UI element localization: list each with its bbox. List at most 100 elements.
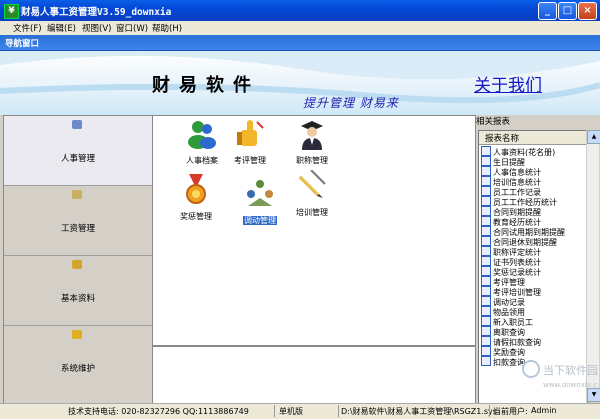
report-icon [481,356,491,366]
status-divider [274,405,275,417]
report-icon [481,166,491,176]
nav-label: 基本资料 [60,294,95,304]
nav-window-header: 导航窗口 [0,35,600,51]
module-label: 职称管理 [296,156,328,165]
report-item[interactable]: 离职查询 [481,326,525,337]
detail-pane [152,346,476,404]
key-icon [72,330,82,339]
coins-icon [72,190,82,199]
menu-edit[interactable]: 编辑(E) [47,22,76,34]
report-icon [481,206,491,216]
module-rewards[interactable]: 奖惩管理 [161,174,231,226]
pen-icon [299,170,326,198]
watermark-text: 当下软件园 [543,363,597,377]
nav-personnel[interactable]: 人事管理 [4,116,152,186]
report-icon [481,256,491,266]
report-item[interactable]: 合同试用期到期提醒 [481,226,565,237]
report-item[interactable]: 生日提醒 [481,156,525,167]
report-item[interactable]: 教育经历统计 [481,216,541,227]
module-title-mgmt[interactable]: 职称管理 [277,118,347,170]
app-icon: ¥ [4,4,19,19]
report-icon [481,316,491,326]
report-item[interactable]: 考评管理 [481,276,525,287]
nav-window-title: 导航窗口 [5,39,40,49]
reports-title: 相关报表 [476,117,511,127]
nav-label: 人事管理 [60,154,95,164]
report-icon [481,326,491,336]
report-item[interactable]: 请假扣款查询 [481,336,541,347]
report-icon [481,346,491,356]
watermark-logo: 当下软件园 www.downxia.com [522,360,597,389]
scroll-up-icon[interactable]: ▲ [587,130,600,144]
report-icon [481,216,491,226]
report-icon [481,266,491,276]
report-icon [481,196,491,206]
report-item[interactable]: 奖惩记录统计 [481,266,541,277]
nav-system[interactable]: 系统维护 [4,326,152,395]
report-item[interactable]: 培训信息统计 [481,176,541,187]
report-item[interactable]: 合同退休到期提醒 [481,236,557,247]
transfer-icon [247,180,273,206]
report-item[interactable]: 调动记录 [481,296,525,307]
status-divider [489,405,490,417]
report-icon [481,146,491,156]
report-item[interactable]: 人事信息统计 [481,166,541,177]
report-item[interactable]: 证书列表统计 [481,256,541,267]
report-icon [481,306,491,316]
module-training[interactable]: 培训管理 [277,170,347,222]
menu-window[interactable]: 窗口(W) [116,22,148,34]
brand-name: 财易软件 [152,75,260,96]
left-navigation: 人事管理 工资管理 基本资料 系统维护 [3,115,153,404]
nav-basic-data[interactable]: 基本资料 [4,256,152,326]
menu-view[interactable]: 视图(V) [82,22,111,34]
report-item[interactable]: 奖励查询 [481,346,525,357]
people-icon [72,120,82,129]
report-item[interactable]: 考评培训管理 [481,286,541,297]
menu-file[interactable]: 文件(F) [13,22,42,34]
support-phone: 技术支持电话: 020-82327296 QQ:1113886749 [68,407,249,416]
report-icon [481,176,491,186]
minimize-button[interactable]: _ [538,2,557,20]
report-item[interactable]: 合同到期提醒 [481,206,541,217]
report-icon [481,226,491,236]
report-item[interactable]: 扣款查询 [481,356,525,367]
report-item[interactable]: 员工工作记录 [481,186,541,197]
about-us-link[interactable]: 关于我们 [474,71,542,96]
report-item[interactable]: 职称评定统计 [481,246,541,257]
nav-label: 工资管理 [60,224,95,234]
medal-icon [186,174,206,204]
status-bar: 技术支持电话: 020-82327296 QQ:1113886749 单机版 D… [0,403,600,419]
slogan: 提升管理 财易来 [303,96,399,110]
report-list-header[interactable]: 报表名称 [479,131,587,145]
book-icon [72,260,82,269]
report-icon [481,286,491,296]
menu-help[interactable]: 帮助(H) [152,22,182,34]
report-icon [481,276,491,286]
module-evaluation[interactable]: 考评管理 [215,118,285,170]
report-item[interactable]: 物品领用 [481,306,525,317]
report-icon [481,246,491,256]
thumbs-up-icon [237,120,264,146]
module-label: 考评管理 [234,156,266,165]
report-item[interactable]: 新入职员工 [481,316,533,327]
edition-mode: 单机版 [279,407,303,416]
graduate-icon [301,121,323,150]
title-bar[interactable]: ¥ 财易人事工资管理V3.59_downxia _ □ × [0,0,600,21]
current-user-label: 当前用户: [493,407,528,416]
current-user: Admin [531,406,557,415]
window-title: 财易人事工资管理V3.59_downxia [21,7,172,18]
report-item[interactable]: 人事资料(花名册) [481,146,555,157]
status-divider [338,405,339,417]
module-label: 培训管理 [296,208,328,217]
watermark-url: www.downxia.com [543,381,597,389]
nav-label: 系统维护 [60,364,95,374]
report-icon [481,236,491,246]
report-icon [481,296,491,306]
close-button[interactable]: × [578,2,597,20]
maximize-button[interactable]: □ [558,2,577,20]
module-panel: 人事档案 考评管理 职称管理 奖惩管理 调动管理 培训管理 [152,115,476,346]
report-item[interactable]: 员工工作经历统计 [481,196,557,207]
nav-salary[interactable]: 工资管理 [4,186,152,256]
report-icon [481,336,491,346]
report-icon [481,156,491,166]
